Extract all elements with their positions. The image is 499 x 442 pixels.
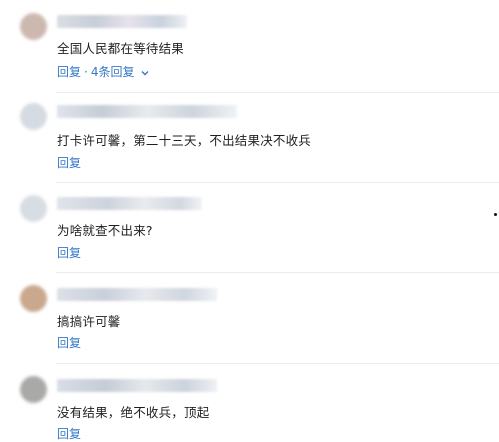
divider [56,272,499,273]
reply-button[interactable]: 回复 [57,334,81,351]
comment-actions: 回复 [57,425,81,442]
avatar[interactable] [20,13,47,40]
comment-text: 搞搞许可馨 [57,314,121,329]
username-blurred[interactable] [57,15,187,28]
comment-actions: 回复 [57,154,81,171]
comment-text: 没有结果，绝不收兵，顶起 [57,405,210,420]
view-replies-label: 4条回复 [90,65,135,79]
avatar[interactable] [20,195,47,222]
username-blurred[interactable] [57,105,237,118]
comment-text: 为啥就查不出来? [57,223,153,238]
username-blurred[interactable] [57,197,202,210]
comment-actions: 回复 [57,244,81,261]
chevron-down-icon [141,70,149,75]
reply-button[interactable]: 回复 [57,63,81,80]
reply-button[interactable]: 回复 [57,154,81,171]
comment-actions: 回复 · 4条回复 [57,63,149,80]
avatar[interactable] [20,285,47,312]
reply-button[interactable]: 回复 [57,425,81,442]
divider [56,92,499,93]
avatar[interactable] [20,103,47,130]
avatar[interactable] [20,376,47,403]
view-replies-button[interactable]: 4条回复 [91,63,149,80]
divider [56,182,499,183]
username-blurred[interactable] [57,379,217,392]
username-blurred[interactable] [57,288,217,301]
comment-actions: 回复 [57,334,81,351]
separator: · [84,64,88,79]
comment-text: 全国人民都在等待结果 [57,41,185,56]
reply-button[interactable]: 回复 [57,244,81,261]
divider [56,363,499,364]
comment-text: 打卡许可馨，第二十三天，不出结果决不收兵 [57,133,312,148]
cursor-dot [494,213,497,216]
